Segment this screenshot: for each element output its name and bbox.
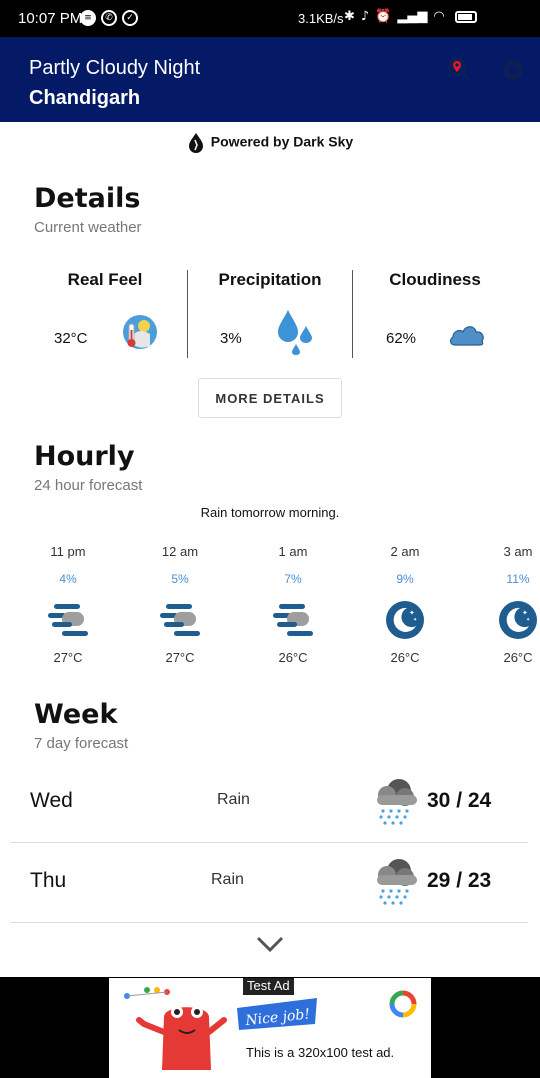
hour-precip: 4% xyxy=(59,572,77,586)
svg-text:✦: ✦ xyxy=(526,617,530,623)
hour-time: 2 am xyxy=(390,544,420,559)
hour-temp: 27°C xyxy=(53,650,83,665)
svg-text:✦: ✦ xyxy=(413,617,417,623)
bluetooth-icon: ✱ xyxy=(344,9,355,24)
hour-precip: 11% xyxy=(506,572,530,586)
fog-icon xyxy=(48,604,88,636)
google-ads-icon xyxy=(389,990,417,1018)
metric-label: Cloudiness xyxy=(389,270,481,289)
hourly-title: Hourly xyxy=(34,441,135,472)
spotify-icon: ≡ xyxy=(80,10,96,26)
gear-icon[interactable] xyxy=(498,55,528,85)
metric-label: Real Feel xyxy=(67,270,143,289)
alarm-icon: ⏰ xyxy=(375,9,392,24)
raindrops-icon xyxy=(278,310,312,355)
cloud-icon xyxy=(449,326,484,346)
powered-by-text: Powered by Dark Sky xyxy=(210,133,354,150)
week-title: Week xyxy=(34,699,118,730)
hourly-item[interactable]: 3 am 11% ✦ ✦ 26°C xyxy=(478,540,540,670)
hour-temp: 26°C xyxy=(503,650,533,665)
hour-time: 1 am xyxy=(278,544,308,559)
wifi-icon: ◠ xyxy=(433,9,445,24)
ad-text: This is a 320x100 test ad. xyxy=(246,1045,395,1060)
notification-icons: ≡ ✆ ✓ xyxy=(80,10,138,26)
thermometer-sun-icon xyxy=(123,315,157,349)
location-search-icon[interactable] xyxy=(444,55,474,85)
city-name[interactable]: Chandigarh xyxy=(29,87,140,110)
metric-real-feel: Real Feel 32°C xyxy=(20,270,190,360)
svg-text:✦: ✦ xyxy=(522,609,528,617)
hourly-item[interactable]: 1 am 7% 26°C xyxy=(253,540,333,670)
battery-icon xyxy=(454,10,477,23)
metric-value: 32°C xyxy=(54,330,88,347)
mute-icon: ♪ xyxy=(360,9,370,24)
powered-by: Powered by Dark Sky xyxy=(0,132,540,154)
hour-precip: 9% xyxy=(396,572,414,586)
day-condition: Rain xyxy=(217,791,250,808)
hourly-subtitle: 24 hour forecast xyxy=(34,477,143,494)
test-ad[interactable]: Test Ad Nice job! This is a 320x100 test… xyxy=(109,978,431,1078)
check-circle-icon: ✓ xyxy=(122,10,138,26)
current-condition: Partly Cloudy Night xyxy=(29,57,201,79)
hour-temp: 26°C xyxy=(278,650,308,665)
status-bar: 10:07 PM ≡ ✆ ✓ 3.1KB/s ✱ ♪ ⏰ ▂▄▆ ◠ xyxy=(0,0,540,37)
metric-value: 3% xyxy=(220,330,242,347)
dark-sky-logo-icon xyxy=(188,133,203,153)
day-name: Wed xyxy=(30,789,73,812)
fog-icon xyxy=(273,604,313,636)
test-ad-badge: Test Ad xyxy=(243,978,294,995)
metric-value: 62% xyxy=(386,330,417,347)
day-temps: 29 / 23 xyxy=(427,869,492,892)
details-subtitle: Current weather xyxy=(34,219,142,236)
week-subtitle: 7 day forecast xyxy=(34,735,129,752)
metric-precipitation: Precipitation 3% xyxy=(188,270,352,360)
hourly-item[interactable]: 12 am 5% 27°C xyxy=(140,540,220,670)
ad-monster-illustration xyxy=(124,987,227,1070)
day-temps: 30 / 24 xyxy=(427,789,492,812)
app-bar: Partly Cloudy Night Chandigarh xyxy=(0,37,540,122)
hour-time: 12 am xyxy=(161,544,199,559)
day-condition: Rain xyxy=(211,871,244,888)
day-name: Thu xyxy=(30,869,67,892)
hourly-summary: Rain tomorrow morning. xyxy=(200,505,340,520)
metric-label: Precipitation xyxy=(218,270,322,289)
clear-night-icon: ✦ ✦ xyxy=(499,601,537,639)
status-time: 10:07 PM xyxy=(18,10,83,27)
rain-cloud-icon xyxy=(377,779,417,825)
whatsapp-icon: ✆ xyxy=(101,10,117,26)
hour-temp: 27°C xyxy=(165,650,195,665)
day-row[interactable]: Wed Rain 30 / 24 xyxy=(11,763,528,843)
rain-cloud-icon xyxy=(377,859,417,905)
system-icons: ✱ ♪ ⏰ ▂▄▆ ◠ xyxy=(344,9,477,24)
day-row[interactable]: Thu Rain 29 / 23 xyxy=(11,843,528,923)
clear-night-icon: ✦ ✦ xyxy=(386,601,424,639)
network-speed: 3.1KB/s xyxy=(298,11,344,26)
hourly-item[interactable]: 2 am 9% ✦ ✦ 26°C xyxy=(365,540,445,670)
svg-text:✦: ✦ xyxy=(409,609,415,617)
hour-precip: 7% xyxy=(284,572,302,586)
hour-time: 11 pm xyxy=(50,544,86,559)
chevron-down-icon[interactable] xyxy=(255,934,285,954)
hourly-item[interactable]: 11 pm 4% 27°C xyxy=(28,540,108,670)
hour-precip: 5% xyxy=(171,572,189,586)
signal-icon: ▂▄▆ xyxy=(397,9,428,24)
hour-time: 3 am xyxy=(503,544,533,559)
more-details-button[interactable]: MORE DETAILS xyxy=(198,378,342,418)
metric-cloudiness: Cloudiness 62% xyxy=(353,270,517,360)
fog-icon xyxy=(160,604,200,636)
details-title: Details xyxy=(34,183,141,214)
hour-temp: 26°C xyxy=(390,650,420,665)
nice-job-banner: Nice job! xyxy=(237,998,317,1030)
